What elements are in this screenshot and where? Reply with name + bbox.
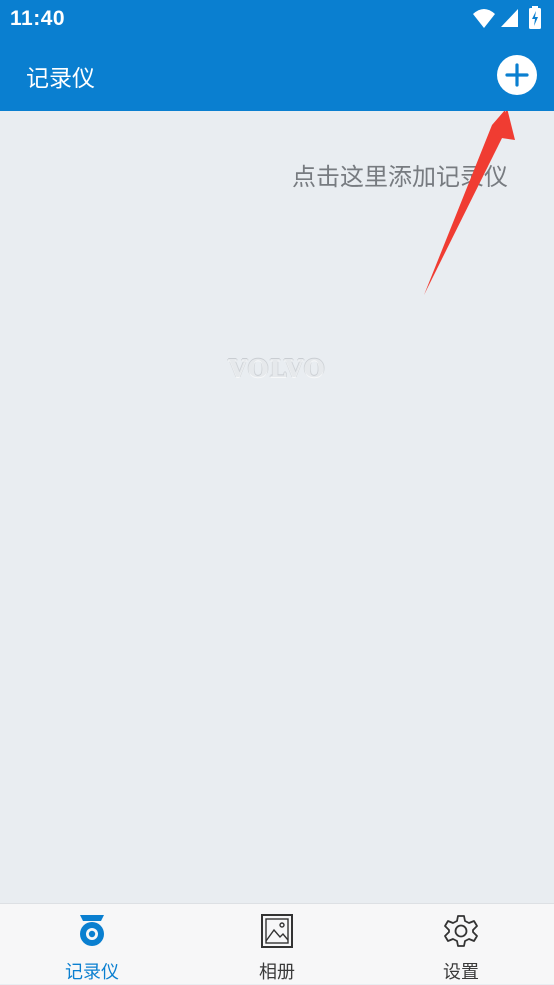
volvo-watermark: VOLVO [228, 354, 326, 383]
settings-gear-icon [444, 915, 478, 947]
photo-album-icon [261, 914, 293, 948]
status-bar: 11:40 [0, 0, 554, 38]
tab-album-label: 相册 [259, 962, 295, 983]
battery-charging-icon [529, 6, 541, 29]
status-time: 11:40 [10, 7, 66, 30]
wifi-icon [473, 9, 495, 28]
add-recorder-button[interactable] [497, 55, 537, 95]
bottom-navigation: 记录仪 相册 设置 [0, 903, 554, 984]
dashcam-icon [80, 915, 104, 946]
tab-settings-label: 设置 [443, 962, 479, 983]
tab-recorder[interactable]: 记录仪 [0, 904, 184, 985]
signal-icon [501, 9, 518, 27]
app-bar: 记录仪 [0, 38, 554, 111]
page-title: 记录仪 [26, 66, 95, 92]
tab-album[interactable]: 相册 [185, 904, 369, 985]
tab-recorder-label: 记录仪 [65, 962, 119, 983]
tab-settings[interactable]: 设置 [369, 904, 553, 985]
recorder-list-area: 点击这里添加记录仪 VOLVO [0, 111, 554, 903]
plus-icon [505, 63, 529, 87]
